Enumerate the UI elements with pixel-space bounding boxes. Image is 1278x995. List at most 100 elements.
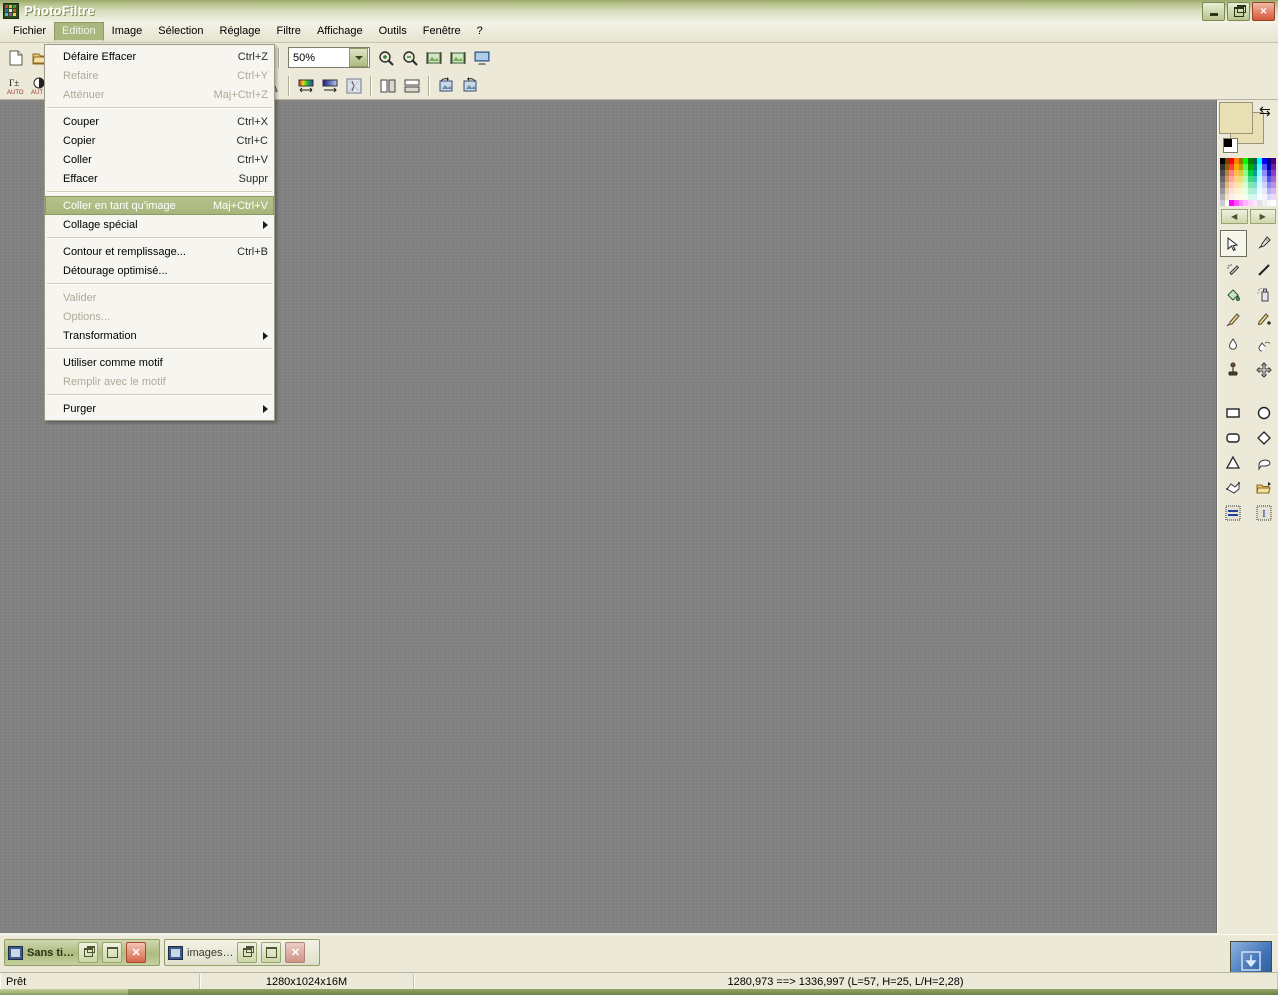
- menu-item-label: Défaire Effacer: [63, 50, 137, 63]
- mdi-maximize-button[interactable]: [261, 942, 282, 963]
- zoom-level-combobox[interactable]: 50%: [288, 47, 370, 68]
- restore-button[interactable]: [1227, 2, 1250, 21]
- zoom-in-icon[interactable]: [374, 46, 398, 70]
- rotate-left-icon[interactable]: [434, 74, 458, 98]
- menu-item-couper[interactable]: Couper Ctrl+X: [45, 112, 274, 131]
- menu-item-label: Utiliser comme motif: [63, 356, 163, 369]
- spray-can-icon[interactable]: [1251, 282, 1276, 307]
- chevron-down-icon[interactable]: [349, 48, 368, 67]
- menu-item-copier[interactable]: Copier Ctrl+C: [45, 131, 274, 150]
- menu-item-options: Options...: [45, 307, 274, 326]
- fullscreen-icon[interactable]: [470, 46, 494, 70]
- magic-wand-icon[interactable]: [1221, 257, 1246, 282]
- foreground-color-swatch[interactable]: [1219, 102, 1253, 134]
- auto-levels-icon[interactable]: Γ± AUTO: [4, 74, 28, 98]
- menu-affichage[interactable]: Affichage: [309, 22, 371, 41]
- rotate-right-icon[interactable]: [458, 74, 482, 98]
- toolbar-separator: [278, 47, 280, 68]
- paintbrush-advanced-icon[interactable]: [1251, 307, 1276, 332]
- fit-image-icon[interactable]: [422, 46, 446, 70]
- menu-item-purger[interactable]: Purger: [45, 399, 274, 418]
- triangle-shape-icon[interactable]: [1221, 450, 1246, 475]
- menu-item-label: Effacer: [63, 172, 98, 185]
- status-ready-text: Prêt: [0, 974, 200, 989]
- menu-item-d-tourage-optimis[interactable]: Détourage optimisé...: [45, 261, 274, 280]
- palette-prev-button[interactable]: ◀: [1221, 209, 1248, 224]
- palette-swatch[interactable]: [1271, 200, 1276, 206]
- flip-vertical-icon[interactable]: [400, 74, 424, 98]
- menu-item-label: Purger: [63, 402, 97, 415]
- menu-separator: [47, 237, 272, 239]
- diamond-shape-icon[interactable]: [1251, 425, 1276, 450]
- transparency-mask-icon[interactable]: [342, 74, 366, 98]
- swap-colors-icon[interactable]: ⇆: [1259, 103, 1275, 119]
- menu-outils[interactable]: Outils: [371, 22, 415, 41]
- status-image-info: 1280x1024x16M: [200, 974, 414, 989]
- menu-item-utiliser-comme-motif[interactable]: Utiliser comme motif: [45, 353, 274, 372]
- menu-fen-tre[interactable]: Fenêtre: [415, 22, 469, 41]
- menu-s-lection[interactable]: Sélection: [150, 22, 211, 41]
- menu-item-coller-en-tant-qu-image[interactable]: Coller en tant qu'image Maj+Ctrl+V: [45, 196, 274, 215]
- menu-fichier[interactable]: Fichier: [5, 22, 54, 41]
- mdi-window-label: Sans ti…: [27, 946, 75, 959]
- menu-item-label: Détourage optimisé...: [63, 264, 168, 277]
- bottom-strip: [0, 989, 1278, 995]
- menu-r-glage[interactable]: Réglage: [212, 22, 269, 41]
- gradient-icon[interactable]: [294, 74, 318, 98]
- eyedropper-icon[interactable]: [1251, 230, 1276, 255]
- palette-navigation: ◀ ▶: [1218, 206, 1278, 224]
- menu-item-contour-et-remplissage[interactable]: Contour et remplissage... Ctrl+B: [45, 242, 274, 261]
- menu-item-label: Couper: [63, 115, 100, 128]
- ellipse-shape-icon[interactable]: [1251, 400, 1276, 425]
- clone-stamp-icon[interactable]: [1221, 357, 1246, 382]
- blur-drop-tool-icon[interactable]: [1221, 332, 1246, 357]
- rounded-rectangle-shape-icon[interactable]: [1221, 425, 1246, 450]
- polygon-shape-icon[interactable]: [1221, 475, 1246, 500]
- paintbrush-icon[interactable]: [1221, 307, 1246, 332]
- mdi-window-button-sans-titre[interactable]: Sans ti… ✕: [4, 939, 160, 966]
- minimize-button[interactable]: [1202, 2, 1225, 21]
- menu-item-label: Transformation: [63, 329, 137, 342]
- menu-item-transformation[interactable]: Transformation: [45, 326, 274, 345]
- line-tool-icon[interactable]: [1251, 257, 1276, 282]
- menu-item-effacer[interactable]: Effacer Suppr: [45, 169, 274, 188]
- menu-item-label: Collage spécial: [63, 218, 138, 231]
- mdi-close-button[interactable]: ✕: [285, 942, 306, 963]
- mdi-maximize-button[interactable]: [102, 942, 123, 963]
- horizontal-align-icon[interactable]: [1221, 500, 1246, 525]
- smudge-tool-icon[interactable]: [1251, 332, 1276, 357]
- zoom-out-icon[interactable]: [398, 46, 422, 70]
- mdi-close-button[interactable]: ✕: [126, 942, 147, 963]
- palette-next-button[interactable]: ▶: [1249, 209, 1276, 224]
- mdi-restore-button[interactable]: [78, 942, 99, 963]
- menu-image[interactable]: Image: [104, 22, 151, 41]
- flip-horizontal-icon[interactable]: [376, 74, 400, 98]
- open-shape-folder-icon[interactable]: [1251, 475, 1276, 500]
- reset-colors-icon[interactable]: [1223, 138, 1238, 153]
- color-palette[interactable]: [1220, 158, 1276, 206]
- menu-item-label: Contour et remplissage...: [63, 245, 186, 258]
- menu-edition[interactable]: Edition: [54, 22, 104, 41]
- paint-bucket-icon[interactable]: [1221, 282, 1246, 307]
- rectangle-shape-icon[interactable]: [1221, 400, 1246, 425]
- mdi-restore-button[interactable]: [237, 942, 258, 963]
- mdi-window-button-images[interactable]: images… ✕: [164, 939, 320, 966]
- menu-[interactable]: ?: [469, 22, 491, 41]
- close-button[interactable]: ✕: [1252, 2, 1275, 21]
- selection-arrow-icon[interactable]: [1219, 230, 1247, 257]
- new-document-icon[interactable]: [4, 46, 28, 70]
- status-coordinates: 1280,973 ==> 1336,997 (L=57, H=25, L/H=2…: [414, 974, 1278, 989]
- menu-item-collage-sp-cial[interactable]: Collage spécial: [45, 215, 274, 234]
- menu-item-d-faire-effacer[interactable]: Défaire Effacer Ctrl+Z: [45, 47, 274, 66]
- actual-size-icon[interactable]: [446, 46, 470, 70]
- freehand-shape-icon[interactable]: [1251, 450, 1276, 475]
- move-tool-icon[interactable]: [1251, 357, 1276, 382]
- menu-separator: [47, 107, 272, 109]
- menu-item-label: Remplir avec le motif: [63, 375, 166, 388]
- menu-filtre[interactable]: Filtre: [268, 22, 308, 41]
- menu-item-shortcut: Ctrl+X: [237, 115, 268, 128]
- gradient-blue-icon[interactable]: [318, 74, 342, 98]
- vertical-text-icon[interactable]: I: [1251, 500, 1276, 525]
- menu-item-remplir-avec-le-motif: Remplir avec le motif: [45, 372, 274, 391]
- menu-item-coller[interactable]: Coller Ctrl+V: [45, 150, 274, 169]
